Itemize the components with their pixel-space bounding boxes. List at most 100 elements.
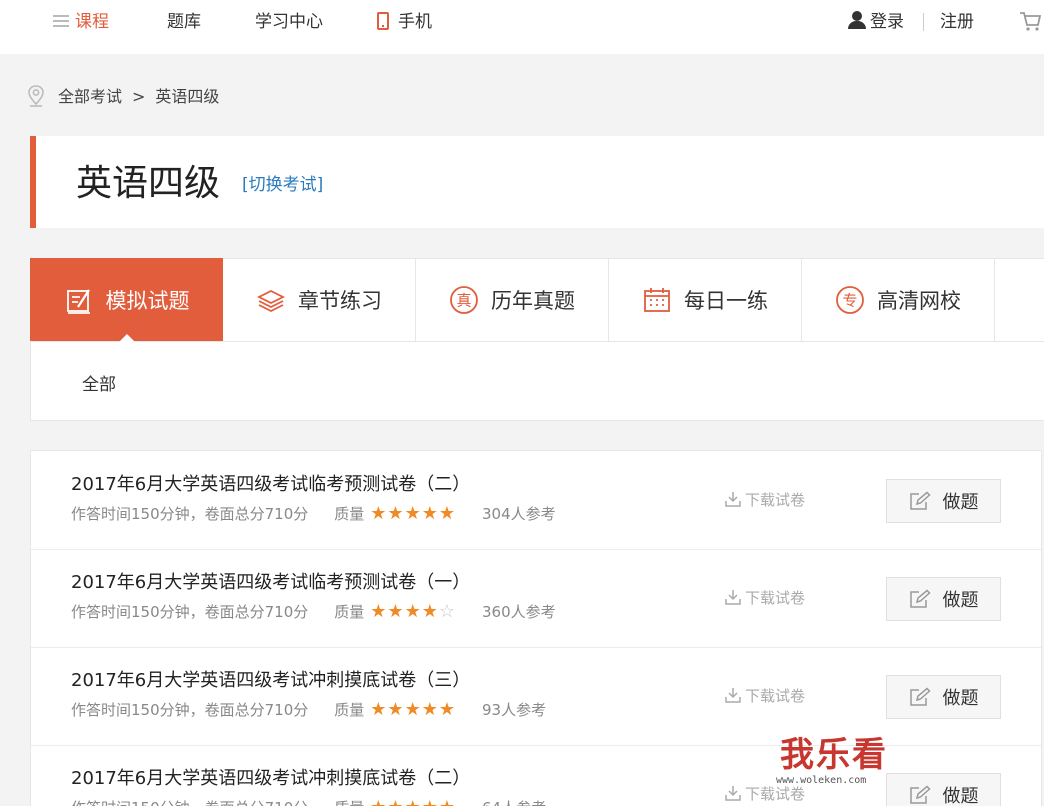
breadcrumb-root[interactable]: 全部考试 [58,87,122,106]
do-exercise-button[interactable]: 做题 [886,675,1001,719]
watermark-url: www.woleken.com [776,775,867,786]
nav-course[interactable]: 课程 [53,0,109,44]
download-icon [725,688,741,703]
breadcrumb-current: 英语四级 [155,87,220,106]
zhuan-badge-icon: 专 [836,285,864,314]
star-empty-icon: ☆ [438,601,456,622]
download-icon [725,492,741,507]
breadcrumb: 全部考试 > 英语四级 [26,84,219,110]
nav-tiku[interactable]: 题库 [167,0,201,44]
star-filled-icon: ★ [387,503,405,524]
switch-exam-link[interactable]: [切换考试] [242,172,323,198]
quality-label: 质量 [334,797,364,806]
do-label: 做题 [942,590,979,611]
watermark-logo: 我乐看 www.woleken.com [774,735,914,791]
nav-course-label: 课程 [75,12,109,32]
paper-info: 作答时间150分钟，卷面总分710分 [71,797,308,806]
tabs-panel: 模拟试题 章节练习 真 历年真题 每日一练 专 高清网校 全部 [30,258,1044,421]
paper-meta: 作答时间150分钟，卷面总分710分 质量 ★★★★★ 304人参考 [71,503,556,525]
quality-label: 质量 [334,603,365,621]
edit-icon [909,589,931,608]
takers-count: 360人参考 [481,603,556,621]
quality-label: 质量 [334,701,365,719]
zhen-badge-icon: 真 [450,285,478,314]
nav-study-center[interactable]: 学习中心 [255,0,323,44]
page-title: 英语四级 [76,163,221,204]
tab-chapter-practice[interactable]: 章节练习 [223,258,416,341]
watermark-text: 我乐看 [780,735,888,775]
location-icon [28,85,44,107]
tab-daily-practice-label: 每日一练 [684,288,768,313]
calendar-icon [644,287,670,312]
tab-online-school-label: 高清网校 [877,288,961,313]
star-filled-icon: ★ [370,503,388,524]
nav-mobile[interactable]: 手机 [377,0,432,44]
paper-info: 作答时间150分钟，卷面总分710分 [71,701,309,719]
star-filled-icon: ★ [370,601,388,622]
tab-mock-exam-label: 模拟试题 [105,288,190,313]
star-filled-icon: ★ [387,797,404,806]
star-filled-icon: ★ [387,601,405,622]
cart-icon[interactable] [1019,10,1041,32]
star-filled-icon: ★ [387,699,405,720]
paper-meta: 作答时间150分钟，卷面总分710分 质量 ★★★★★ 93人参考 [71,699,546,721]
star-filled-icon: ★ [439,797,456,806]
rating-stars: ★★★★☆ [370,601,456,623]
star-filled-icon: ★ [404,699,422,720]
paper-info: 作答时间150分钟，卷面总分710分 [71,505,309,523]
tab-past-papers-label: 历年真题 [491,288,575,313]
edit-icon [909,687,931,706]
layers-icon [256,289,286,312]
list-item: 2017年6月大学英语四级考试临考预测试卷（一） 作答时间150分钟，卷面总分7… [31,549,1041,648]
star-filled-icon: ★ [370,699,388,720]
rating-stars: ★★★★★ [370,699,456,721]
tab-mock-exam[interactable]: 模拟试题 [30,258,223,342]
download-link[interactable]: 下载试卷 [724,587,805,609]
svg-text:专: 专 [842,291,857,309]
paper-meta: 作答时间150分钟，卷面总分710分 质量 ★★★★☆ 360人参考 [71,601,556,623]
phone-icon [377,12,389,30]
star-filled-icon: ★ [438,503,456,524]
edit-icon [909,491,931,510]
do-label: 做题 [942,492,979,513]
tab-bar: 模拟试题 章节练习 真 历年真题 每日一练 专 高清网校 [30,258,1044,342]
rating-stars: ★★★★★ [370,503,456,525]
download-icon [725,590,741,605]
paper-title[interactable]: 2017年6月大学英语四级考试冲刺摸底试卷（三） [71,668,470,694]
tab-past-papers[interactable]: 真 历年真题 [416,258,609,341]
takers-count: 93人参考 [481,701,547,719]
nav-divider [923,13,924,31]
paper-title[interactable]: 2017年6月大学英语四级考试临考预测试卷（二） [71,472,470,498]
login-link[interactable]: 登录 [846,0,904,44]
top-nav: 课程 题库 学习中心 手机 登录 注册 [0,0,1044,54]
star-filled-icon: ★ [438,699,456,720]
register-link[interactable]: 注册 [940,0,974,44]
rating-stars: ★★★★★ [370,797,456,806]
svg-text:真: 真 [456,291,471,309]
download-label: 下载试卷 [745,687,806,705]
star-filled-icon: ★ [404,503,422,524]
tab-chapter-practice-label: 章节练习 [298,288,382,313]
do-exercise-button[interactable]: 做题 [886,577,1001,621]
takers-count: 304人参考 [481,505,556,523]
do-exercise-button[interactable]: 做题 [886,479,1001,523]
star-filled-icon: ★ [421,699,439,720]
paper-meta: 作答时间150分钟，卷面总分710分质量★★★★★64人参考 [71,797,546,806]
quality-label: 质量 [334,505,365,523]
exam-title-panel: 英语四级 [切换考试] [30,136,1044,228]
star-filled-icon: ★ [421,503,439,524]
paper-info: 作答时间150分钟，卷面总分710分 [71,603,309,621]
login-label: 登录 [870,12,904,32]
paper-title[interactable]: 2017年6月大学英语四级考试冲刺摸底试卷（二） [71,766,470,792]
filter-all[interactable]: 全部 [82,372,116,398]
breadcrumb-separator: > [132,87,146,106]
mock-exam-icon [66,288,90,314]
tab-online-school[interactable]: 专 高清网校 [802,258,995,341]
paper-title[interactable]: 2017年6月大学英语四级考试临考预测试卷（一） [71,570,470,596]
user-icon [846,11,868,29]
do-label: 做题 [942,688,979,709]
download-link[interactable]: 下载试卷 [724,685,805,707]
do-label: 做题 [942,786,979,806]
tab-daily-practice[interactable]: 每日一练 [609,258,802,341]
download-link[interactable]: 下载试卷 [724,489,805,511]
